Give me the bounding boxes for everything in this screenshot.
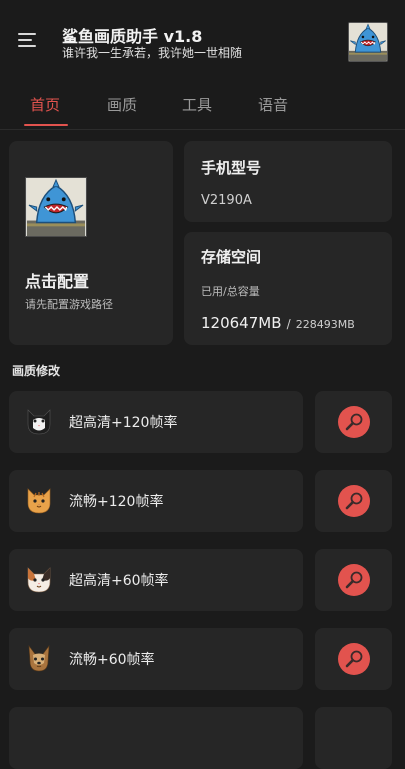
config-subtitle: 请先配置游戏路径 [25, 298, 113, 311]
device-model-value: V2190A [201, 193, 252, 208]
quality-option-button[interactable]: 流畅+60帧率 [9, 628, 303, 690]
apply-button[interactable] [315, 549, 392, 611]
quality-option-button[interactable] [9, 707, 303, 769]
storage-label: 已用/总容量 [201, 285, 260, 298]
tab-active-indicator [24, 124, 68, 126]
quality-option-label: 超高清+120帧率 [69, 415, 178, 431]
menu-icon[interactable] [18, 33, 38, 49]
quality-option-button[interactable]: 超高清+120帧率 [9, 391, 303, 453]
storage-used: 120647MB [201, 314, 282, 332]
quality-row: 超高清+120帧率 [0, 391, 405, 453]
device-model-title: 手机型号 [201, 159, 262, 177]
app-subtitle: 谁许我一生承若，我许她一世相随 [62, 46, 243, 60]
quality-row [0, 707, 405, 769]
quality-row: 流畅+120帧率 [0, 470, 405, 532]
tab-voice[interactable]: 语音 [258, 94, 288, 115]
yorkie-dog-icon [24, 643, 54, 673]
calico-cat-icon [24, 564, 54, 594]
storage-title: 存储空间 [201, 248, 262, 266]
apply-button[interactable] [315, 628, 392, 690]
quality-row: 超高清+60帧率 [0, 549, 405, 611]
storage-separator: / [286, 317, 291, 331]
tab-bar: 首页 画质 工具 语音 [0, 88, 405, 128]
tab-home[interactable]: 首页 [30, 94, 60, 115]
apply-button[interactable] [315, 470, 392, 532]
app-header: 鲨鱼画质助手 v1.8 谁许我一生承若，我许她一世相随 [0, 0, 405, 82]
search-icon [338, 643, 370, 675]
apply-button[interactable] [315, 391, 392, 453]
shark-avatar-icon[interactable] [348, 22, 388, 62]
quality-option-label: 流畅+120帧率 [69, 494, 164, 510]
device-model-card: 手机型号 V2190A [184, 141, 392, 222]
quality-option-button[interactable]: 超高清+60帧率 [9, 549, 303, 611]
apply-button[interactable] [315, 707, 392, 769]
storage-card: 存储空间 已用/总容量 120647MB / 228493MB [184, 232, 392, 345]
black-cat-icon [24, 406, 54, 436]
search-icon [338, 485, 370, 517]
shark-image-icon [25, 177, 87, 237]
search-icon [338, 406, 370, 438]
quality-section-title: 画质修改 [12, 364, 61, 378]
storage-total: 228493MB [295, 318, 355, 331]
search-icon [338, 564, 370, 596]
config-title: 点击配置 [25, 272, 90, 291]
quality-row: 流畅+60帧率 [0, 628, 405, 690]
tab-tools[interactable]: 工具 [182, 94, 212, 115]
storage-values: 120647MB / 228493MB [201, 313, 355, 332]
tabs-divider [0, 129, 405, 130]
quality-option-label: 超高清+60帧率 [69, 573, 169, 589]
orange-cat-icon [24, 485, 54, 515]
quality-option-button[interactable]: 流畅+120帧率 [9, 470, 303, 532]
quality-option-label: 流畅+60帧率 [69, 652, 155, 668]
config-card[interactable]: 点击配置 请先配置游戏路径 [9, 141, 173, 345]
tab-quality[interactable]: 画质 [107, 94, 137, 115]
